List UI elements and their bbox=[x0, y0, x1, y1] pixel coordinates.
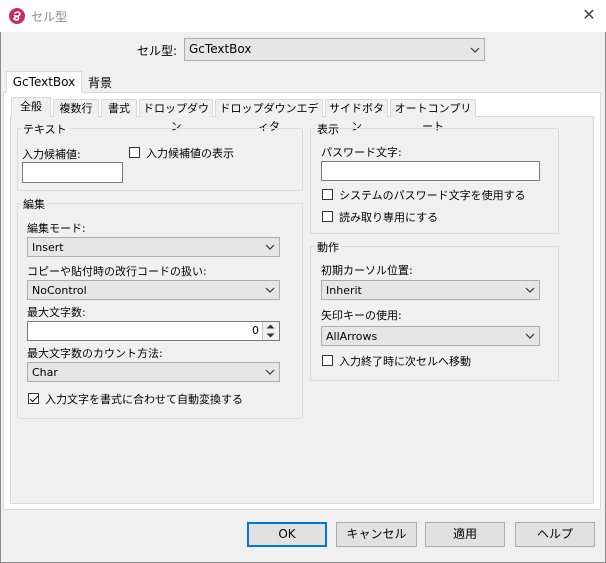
next-cell-label: 入力終了時に次セルへ移動 bbox=[339, 355, 471, 368]
chevron-down-icon bbox=[265, 244, 275, 250]
crlf-value: NoControl bbox=[32, 284, 87, 297]
show-candidates-label: 入力候補値の表示 bbox=[146, 147, 234, 160]
spin-buttons[interactable] bbox=[262, 322, 279, 340]
title-bar: セル型 ✕ bbox=[0, 0, 606, 32]
next-cell-checkbox[interactable] bbox=[322, 355, 333, 366]
readonly-checkbox[interactable] bbox=[322, 211, 333, 222]
count-value: Char bbox=[32, 366, 58, 379]
show-candidates-checkbox[interactable] bbox=[129, 147, 140, 158]
cursor-label: 初期カーソル位置: bbox=[321, 264, 413, 277]
cursor-combo[interactable]: Inherit bbox=[321, 280, 540, 300]
tab-general[interactable]: 全般 bbox=[11, 97, 51, 117]
action-group-title: 動作 bbox=[315, 239, 341, 255]
arrow-value: AllArrows bbox=[326, 330, 378, 343]
chevron-down-icon bbox=[525, 287, 535, 293]
text-group-title: テキスト bbox=[21, 121, 69, 137]
autoconvert-checkbox[interactable] bbox=[28, 393, 39, 404]
cancel-button[interactable]: キャンセル bbox=[336, 522, 417, 547]
cell-type-combo[interactable]: GcTextBox bbox=[184, 38, 485, 61]
ok-button[interactable]: OK bbox=[247, 522, 327, 547]
chevron-down-icon bbox=[265, 369, 275, 375]
maxlen-label: 最大文字数: bbox=[27, 306, 86, 319]
tab-format[interactable]: 書式 bbox=[101, 99, 137, 117]
edit-mode-combo[interactable]: Insert bbox=[27, 237, 280, 257]
tab-gctextbox[interactable]: GcTextBox bbox=[6, 71, 82, 93]
chevron-down-icon bbox=[265, 287, 275, 293]
chevron-down-icon bbox=[525, 333, 535, 339]
apply-button[interactable]: 適用 bbox=[425, 522, 505, 547]
count-label: 最大文字数のカウント方法: bbox=[27, 347, 163, 360]
arrow-combo[interactable]: AllArrows bbox=[321, 326, 540, 346]
window-title: セル型 bbox=[31, 10, 68, 24]
system-password-checkbox[interactable] bbox=[322, 189, 333, 200]
tab-side-button[interactable]: サイドボタン bbox=[325, 99, 388, 133]
close-icon[interactable]: ✕ bbox=[579, 5, 599, 25]
tab-autocomplete[interactable]: オートコンプリート bbox=[390, 99, 476, 133]
cell-type-value: GcTextBox bbox=[189, 42, 252, 56]
readonly-label: 読み取り専用にする bbox=[339, 211, 439, 224]
count-combo[interactable]: Char bbox=[27, 362, 280, 382]
password-label: パスワード文字: bbox=[321, 146, 402, 159]
candidate-label: 入力候補値: bbox=[22, 148, 81, 161]
chevron-down-icon bbox=[470, 47, 480, 53]
tab-background[interactable]: 背景 bbox=[82, 74, 118, 93]
crlf-combo[interactable]: NoControl bbox=[27, 280, 280, 300]
arrow-label: 矢印キーの使用: bbox=[321, 309, 402, 322]
maxlen-stepper[interactable]: 0 bbox=[27, 321, 280, 341]
help-button[interactable]: ヘルプ bbox=[515, 522, 595, 547]
maxlen-value: 0 bbox=[252, 324, 259, 337]
edit-mode-label: 編集モード: bbox=[27, 222, 86, 235]
display-group-title: 表示 bbox=[315, 121, 341, 137]
cell-type-label: セル型: bbox=[137, 44, 178, 58]
spin-up-icon[interactable] bbox=[266, 324, 275, 329]
tab-dropdown-editor[interactable]: ドロップダウンエディタ bbox=[215, 99, 323, 133]
candidate-input[interactable] bbox=[22, 162, 123, 183]
tab-dropdown[interactable]: ドロップダウン bbox=[139, 99, 213, 133]
autoconvert-label: 入力文字を書式に合わせて自動変換する bbox=[45, 393, 243, 406]
crlf-label: コピーや貼付時の改行コードの扱い: bbox=[27, 265, 207, 278]
tab-multiline[interactable]: 複数行 bbox=[53, 99, 99, 117]
system-password-label: システムのパスワード文字を使用する bbox=[339, 189, 526, 202]
spin-down-icon[interactable] bbox=[266, 333, 275, 338]
cursor-value: Inherit bbox=[326, 284, 362, 297]
app-icon bbox=[9, 8, 25, 24]
password-input[interactable] bbox=[321, 161, 540, 181]
edit-group-title: 編集 bbox=[21, 196, 47, 212]
edit-mode-value: Insert bbox=[32, 241, 64, 254]
